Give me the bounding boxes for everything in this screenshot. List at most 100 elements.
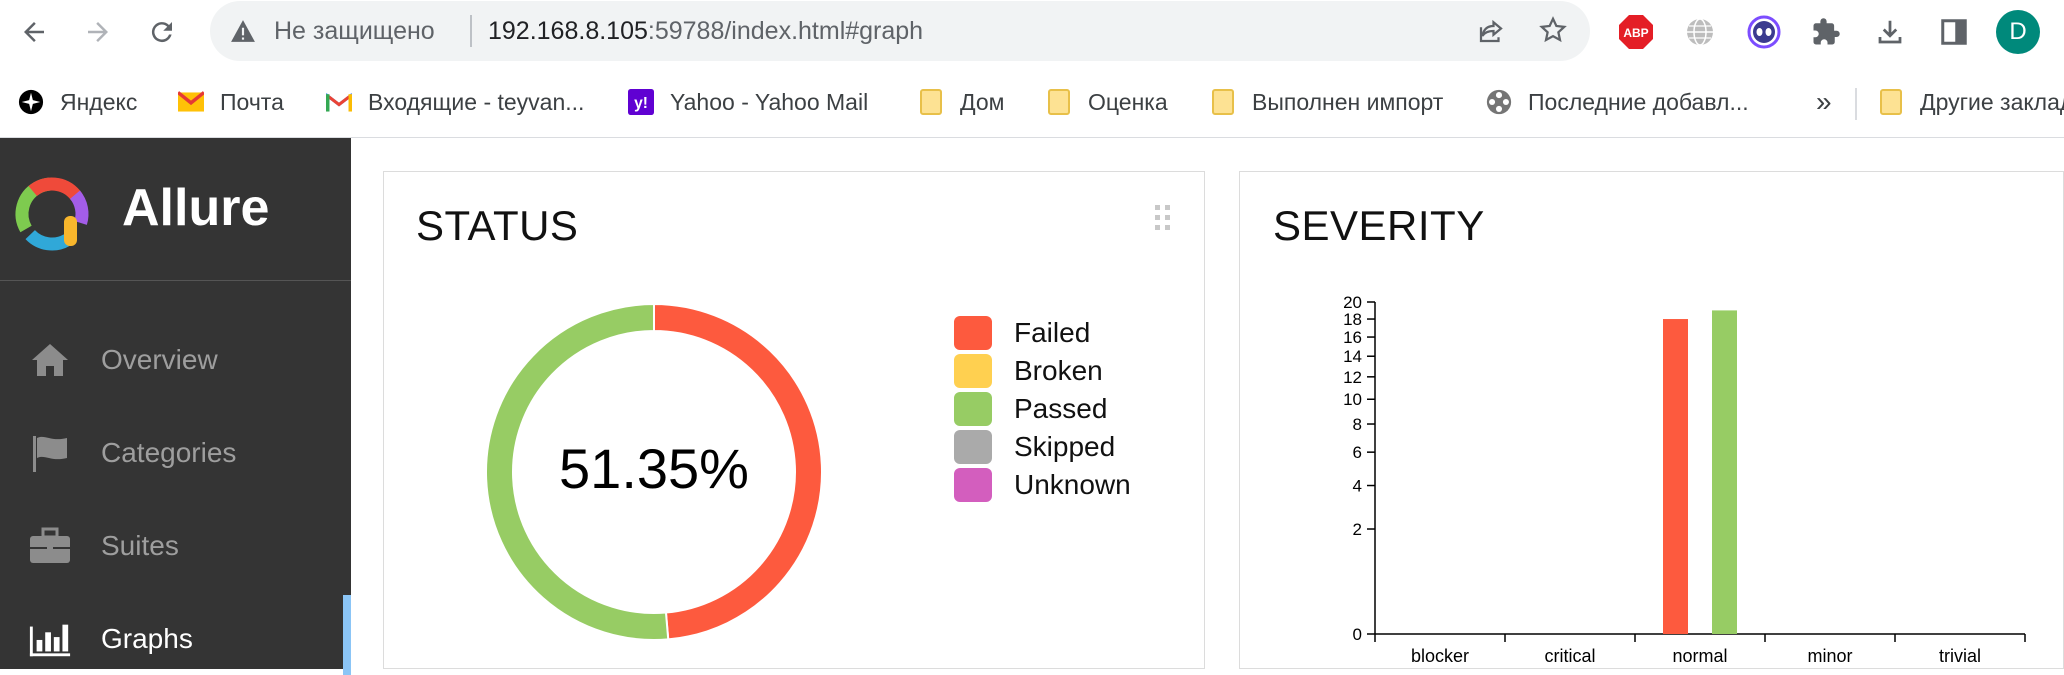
legend-item-passed[interactable]: Passed xyxy=(954,391,1107,427)
bookmark-yandex[interactable]: Яндекс xyxy=(18,84,137,120)
status-donut-chart: 51.35% xyxy=(485,302,823,641)
legend-label: Passed xyxy=(1014,393,1108,424)
yandex-icon xyxy=(18,89,44,115)
y-tick-label: 20 xyxy=(1343,293,1362,312)
legend-swatch xyxy=(954,468,992,502)
forward-arrow-icon xyxy=(88,22,108,42)
bookmark-folder-import[interactable]: Выполнен импорт xyxy=(1210,84,1443,120)
bookmark-star-icon[interactable] xyxy=(1538,15,1568,50)
y-tick-label: 8 xyxy=(1353,415,1362,434)
legend-item-broken[interactable]: Broken xyxy=(954,353,1103,389)
url-path: :59788/index.html#graph xyxy=(647,17,924,45)
folder-icon xyxy=(918,89,944,115)
back-button[interactable] xyxy=(14,12,54,52)
y-tick-label: 4 xyxy=(1353,477,1362,496)
browser-toolbar: Не защищено 192.168.8.105:59788/index.ht… xyxy=(0,0,2064,64)
sidebar-item-overview[interactable]: Overview xyxy=(0,324,351,396)
legend-item-unknown[interactable]: Unknown xyxy=(954,467,1131,503)
legend-swatch xyxy=(954,392,992,426)
warning-icon[interactable] xyxy=(230,19,256,48)
widget-title: STATUS xyxy=(416,202,579,249)
sidebar-item-categories[interactable]: Categories xyxy=(0,417,351,489)
reload-button[interactable] xyxy=(142,12,182,52)
x-tick-label: minor xyxy=(1807,646,1852,666)
x-tick-label: blocker xyxy=(1411,646,1469,666)
allure-logo-icon[interactable] xyxy=(10,172,94,261)
bar-chart-icon xyxy=(28,617,72,661)
sidebar: Allure Overview Categories Suites Graphs xyxy=(0,138,351,675)
folder-icon xyxy=(1046,89,1072,115)
globe-extension-icon[interactable] xyxy=(1682,14,1718,50)
download-icon[interactable] xyxy=(1872,14,1908,50)
security-label: Не защищено xyxy=(274,17,435,45)
bookmark-label: Выполнен импорт xyxy=(1252,88,1444,115)
severity-widget: SEVERITY 0 2 4 6 8 10 12 14 16 18 20 blocker critica… xyxy=(1239,171,2064,669)
y-tick-label: 14 xyxy=(1343,347,1362,366)
brand-name[interactable]: Allure xyxy=(122,178,269,238)
y-tick-label: 6 xyxy=(1353,443,1362,462)
x-tick-label: critical xyxy=(1544,646,1595,666)
bookmark-mail[interactable]: Почта xyxy=(178,84,284,120)
svg-text:y!: y! xyxy=(634,95,648,112)
y-tick-label: 16 xyxy=(1343,328,1362,347)
bookmark-folder-dom[interactable]: Дом xyxy=(918,84,1004,120)
status-widget: STATUS 51.35% Failed Broken Passed Skipp… xyxy=(383,171,1205,669)
bookmarks-overflow-button[interactable]: » xyxy=(1816,84,1832,120)
profile-avatar[interactable]: D xyxy=(1996,10,2040,54)
legend-label: Broken xyxy=(1014,355,1103,386)
flag-icon xyxy=(28,431,72,475)
legend-item-failed[interactable]: Failed xyxy=(954,315,1090,351)
mail-icon xyxy=(178,89,204,115)
bookmark-folder-otsenka[interactable]: Оценка xyxy=(1046,84,1168,120)
bookmark-label: Оценка xyxy=(1088,88,1168,115)
forward-button[interactable] xyxy=(78,12,118,52)
sidebar-item-label: Graphs xyxy=(101,623,193,654)
bookmark-recent[interactable]: Последние добавл... xyxy=(1486,84,1749,120)
severity-bar-chart: 0 2 4 6 8 10 12 14161820 blocker critical normal mi… xyxy=(1343,293,2026,666)
drag-handle-icon[interactable] xyxy=(1154,204,1172,237)
gmail-icon xyxy=(326,89,352,115)
adblock-plus-icon[interactable]: ABP xyxy=(1618,14,1654,50)
sidebar-item-suites[interactable]: Suites xyxy=(0,510,351,582)
active-indicator xyxy=(343,595,351,675)
sidebar-item-label: Overview xyxy=(101,344,218,375)
sidebar-item-graphs[interactable]: Graphs xyxy=(0,603,351,675)
legend-label: Failed xyxy=(1014,317,1091,348)
bar-passed-normal[interactable] xyxy=(1712,310,1737,634)
main-content: STATUS 51.35% Failed Broken Passed Skipp… xyxy=(351,138,2064,669)
x-tick-label: trivial xyxy=(1939,646,1981,666)
url-text: 192.168.8.105:59788/index.html#graph xyxy=(488,15,923,47)
extensions-puzzle-icon[interactable] xyxy=(1808,14,1844,50)
bookmark-yahoo[interactable]: y! Yahoo - Yahoo Mail xyxy=(628,84,868,120)
bookmark-label: Почта xyxy=(220,88,284,115)
bookmark-gmail[interactable]: Входящие - teyvan... xyxy=(326,84,584,120)
adblock-label: ABP xyxy=(1623,26,1648,40)
bookmark-label: Яндекс xyxy=(60,88,138,115)
bookmark-label: Последние добавл... xyxy=(1528,88,1749,115)
film-reel-icon xyxy=(1486,89,1512,115)
omnibox-divider xyxy=(470,15,472,47)
address-bar[interactable]: Не защищено 192.168.8.105:59788/index.ht… xyxy=(210,1,1590,61)
bookmark-other[interactable]: Другие закладки xyxy=(1878,84,2064,120)
legend-swatch xyxy=(954,354,992,388)
bookmarks-divider xyxy=(1855,88,1857,120)
legend-label: Unknown xyxy=(1014,469,1131,500)
side-panel-icon[interactable] xyxy=(1936,14,1972,50)
home-icon xyxy=(28,338,72,382)
url-host: 192.168.8.105 xyxy=(488,17,648,45)
eyes-extension-icon[interactable] xyxy=(1746,14,1782,50)
y-tick-label: 2 xyxy=(1353,520,1362,539)
yahoo-icon: y! xyxy=(628,89,654,115)
bookmark-label: Другие закладки xyxy=(1920,88,2064,115)
bookmark-label: Дом xyxy=(960,88,1005,115)
y-tick-label: 10 xyxy=(1343,390,1362,409)
briefcase-icon xyxy=(28,524,72,568)
legend-item-skipped[interactable]: Skipped xyxy=(954,429,1115,465)
bookmarks-bar: Яндекс Почта Входящие - teyvan... y! Yah… xyxy=(0,76,2064,138)
share-icon[interactable] xyxy=(1476,16,1506,51)
bookmark-label: Yahoo - Yahoo Mail xyxy=(670,88,869,115)
bookmark-label: Входящие - teyvan... xyxy=(368,88,585,115)
y-tick-label: 12 xyxy=(1343,368,1362,387)
bar-failed-normal[interactable] xyxy=(1663,319,1688,634)
reload-icon xyxy=(151,22,172,43)
